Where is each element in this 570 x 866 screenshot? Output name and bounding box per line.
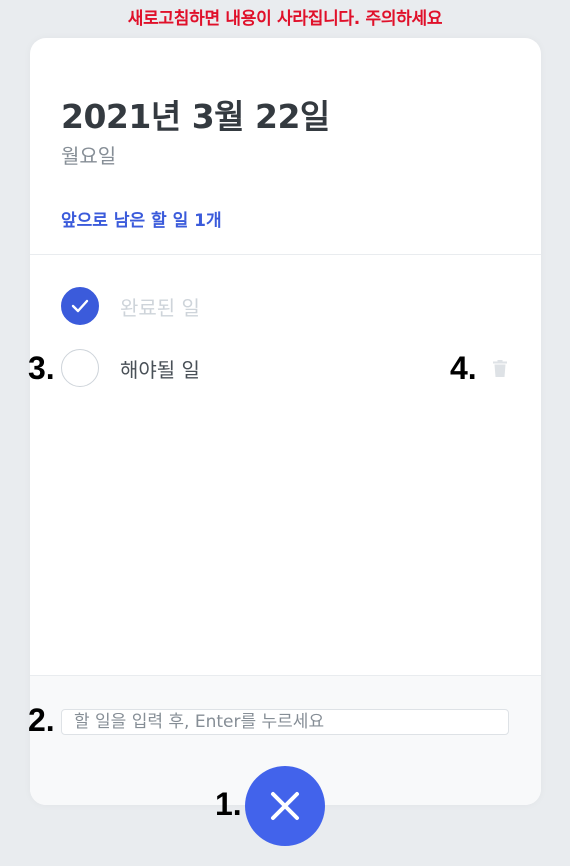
todo-item: 완료된 일 (61, 287, 511, 325)
check-icon (71, 299, 89, 313)
annotation-4: 4. (450, 350, 477, 386)
todo-card: 2021년 3월 22일 월요일 앞으로 남은 할 일 1개 완료된 일 해야될… (30, 38, 541, 805)
close-form-button[interactable] (245, 766, 325, 846)
annotation-2: 2. (28, 702, 55, 738)
todo-checkbox[interactable] (61, 349, 99, 387)
tasks-left-count: 앞으로 남은 할 일 1개 (61, 211, 222, 231)
task-input[interactable] (61, 709, 509, 735)
todo-header: 2021년 3월 22일 월요일 앞으로 남은 할 일 1개 (30, 38, 541, 255)
todo-text: 완료된 일 (120, 295, 200, 320)
date-title: 2021년 3월 22일 (61, 97, 330, 136)
trash-icon (493, 359, 507, 377)
todo-checkbox-done[interactable] (61, 287, 99, 325)
delete-button[interactable] (489, 357, 511, 379)
annotation-1: 1. (215, 786, 242, 822)
todo-item: 해야될 일 (61, 349, 511, 387)
annotation-3: 3. (28, 350, 55, 386)
day-of-week: 월요일 (61, 144, 117, 168)
todo-text: 해야될 일 (120, 357, 200, 382)
refresh-warning: 새로고침하면 내용이 사라집니다. 주의하세요 (127, 9, 443, 29)
close-icon (271, 792, 299, 820)
